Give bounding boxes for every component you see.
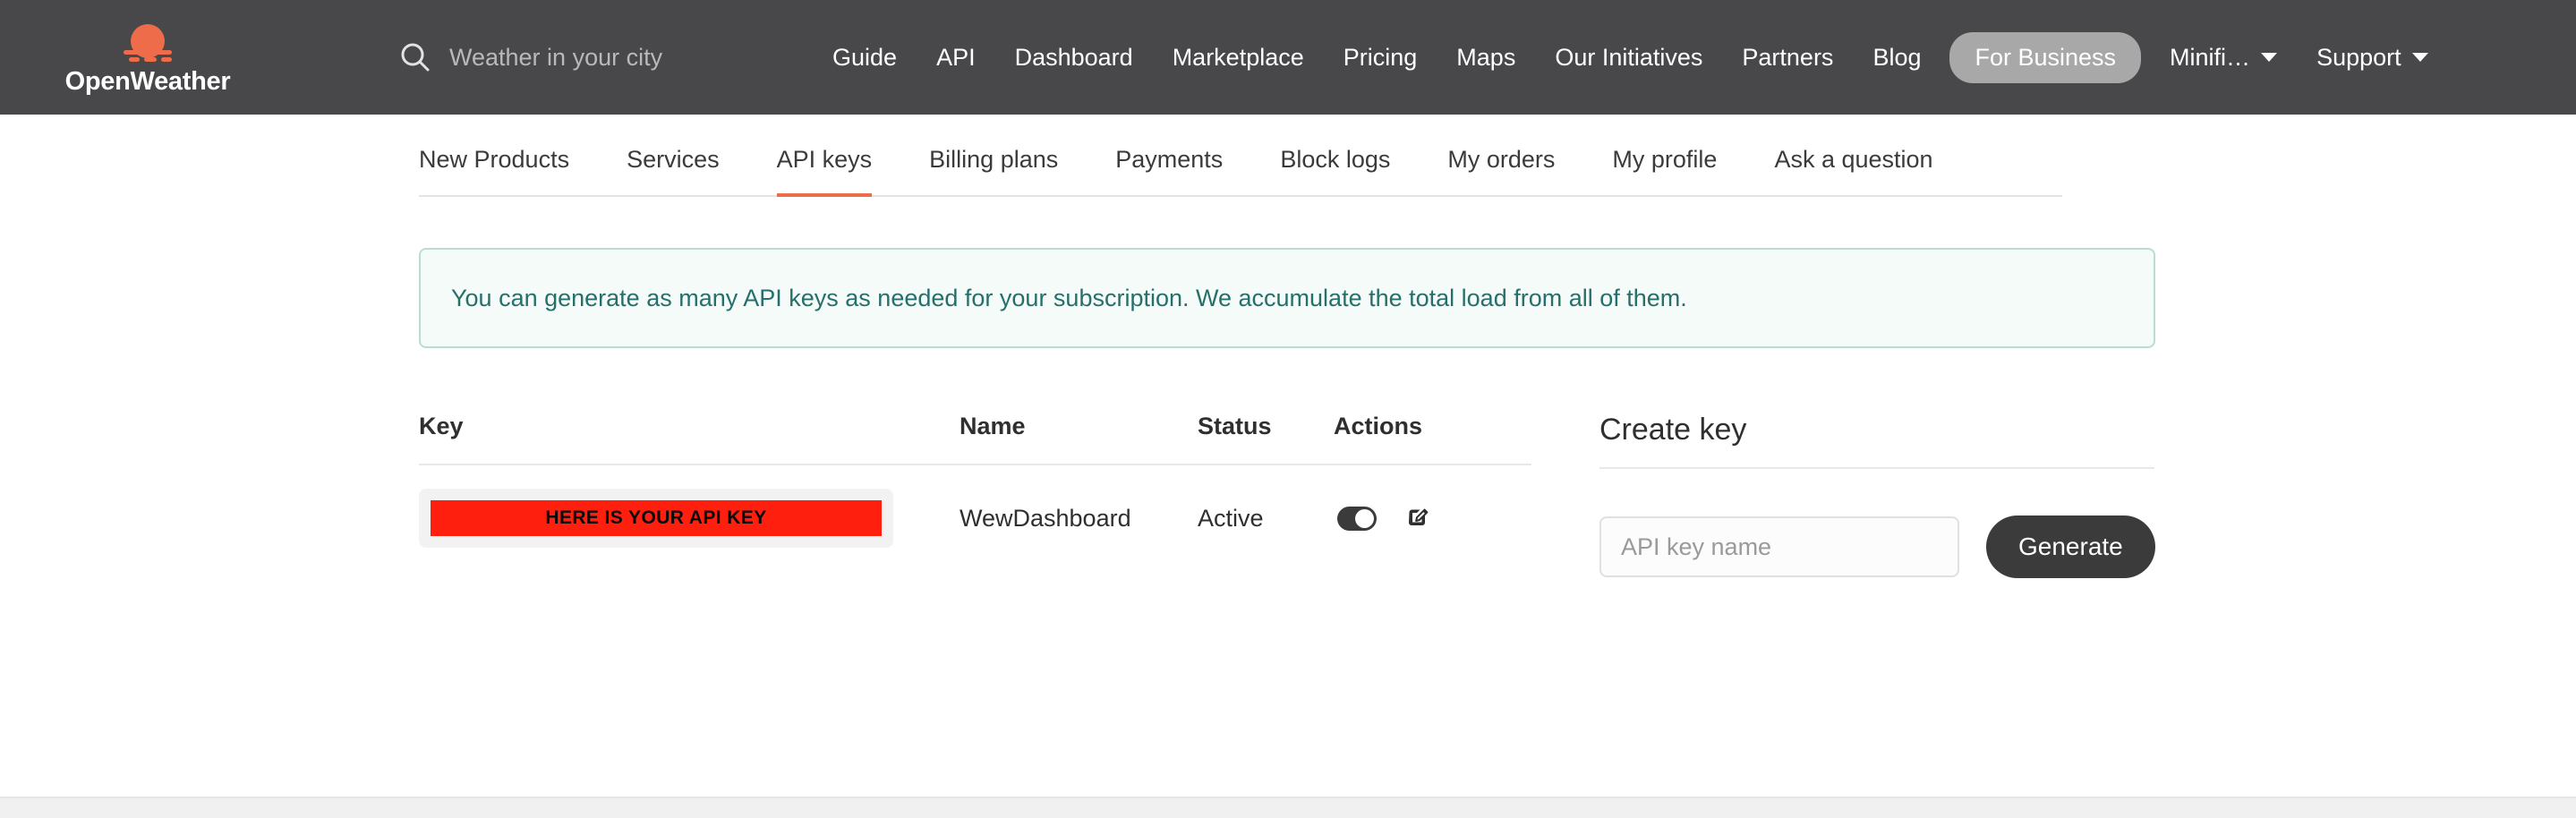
api-key-cell: HERE IS YOUR API KEY [419,489,960,549]
api-keys-table: Key Name Status Actions HERE IS YOUR API… [419,413,1531,578]
nav-link-maps[interactable]: Maps [1437,35,1535,81]
sun-fog-icon [116,18,179,66]
account-tabs: New Products Services API keys Billing p… [419,115,2062,197]
nav-link-our-initiatives[interactable]: Our Initiatives [1535,35,1722,81]
column-header-key: Key [419,413,464,440]
api-key-name: WewDashboard [960,504,1131,532]
nav-link-pricing[interactable]: Pricing [1324,35,1437,81]
create-key-title: Create key [1599,413,1747,447]
api-key-value-box[interactable]: HERE IS YOUR API KEY [419,489,893,549]
api-key-status: Active [1198,504,1264,532]
column-header-name: Name [960,413,1026,440]
tab-payments[interactable]: Payments [1115,146,1223,197]
api-key-actions [1334,495,1513,542]
page-body: New Products Services API keys Billing p… [0,115,2576,579]
search-icon [397,39,433,75]
table-row: HERE IS YOUR API KEY WewDashboard Active [419,465,1531,569]
create-key-divider [1599,467,2154,470]
column-header-status: Status [1198,413,1272,440]
nav-link-blog[interactable]: Blog [1853,35,1941,81]
tab-ask-a-question[interactable]: Ask a question [1774,146,1932,197]
tab-block-logs[interactable]: Block logs [1280,146,1390,197]
nav-user-label: Minifi… [2170,43,2251,71]
api-key-toggle-button[interactable] [1334,495,1380,542]
api-key-name-input[interactable] [1599,516,1959,578]
nav-user-menu[interactable]: Minifi… [2150,35,2297,81]
tab-new-products[interactable]: New Products [419,146,569,197]
tab-billing-plans[interactable]: Billing plans [929,146,1058,197]
brand-logo-link[interactable]: OpenWeather [54,18,242,97]
footer-strip [0,797,2576,818]
toggle-on-icon [1337,506,1377,531]
api-key-edit-button[interactable] [1395,495,1441,542]
chevron-down-icon [2261,53,2278,62]
nav-link-guide[interactable]: Guide [813,35,917,81]
site-search[interactable] [397,39,745,75]
nav-link-partners[interactable]: Partners [1722,35,1853,81]
create-key-form: Generate [1599,516,2155,579]
tab-my-profile[interactable]: My profile [1612,146,1717,197]
chevron-down-icon [2411,53,2428,62]
api-keys-content: Key Name Status Actions HERE IS YOUR API… [419,413,2155,579]
column-header-actions: Actions [1334,413,1423,440]
brand-name: OpenWeather [64,67,231,96]
nav-link-api[interactable]: API [917,35,995,81]
api-key-redacted-label: HERE IS YOUR API KEY [431,500,882,537]
nav-support-menu[interactable]: Support [2297,35,2448,81]
top-navigation-links: Guide API Dashboard Marketplace Pricing … [813,31,2537,83]
info-banner-text: You can generate as many API keys as nee… [451,285,1687,311]
tab-services[interactable]: Services [627,146,720,197]
tab-api-keys[interactable]: API keys [776,146,873,197]
search-input[interactable] [449,43,745,72]
nav-support-label: Support [2316,43,2401,71]
nav-link-for-business[interactable]: For Business [1949,31,2142,83]
table-header-row: Key Name Status Actions [419,413,1531,466]
tab-my-orders[interactable]: My orders [1447,146,1555,197]
generate-key-button[interactable]: Generate [1986,516,2155,579]
nav-link-marketplace[interactable]: Marketplace [1153,35,1324,81]
info-banner: You can generate as many API keys as nee… [419,248,2155,349]
create-key-panel: Create key Generate [1599,413,2155,579]
edit-pencil-icon [1405,504,1430,533]
nav-link-dashboard[interactable]: Dashboard [995,35,1153,81]
top-navigation-bar: OpenWeather Guide API Dashboard Marketpl… [0,0,2576,115]
